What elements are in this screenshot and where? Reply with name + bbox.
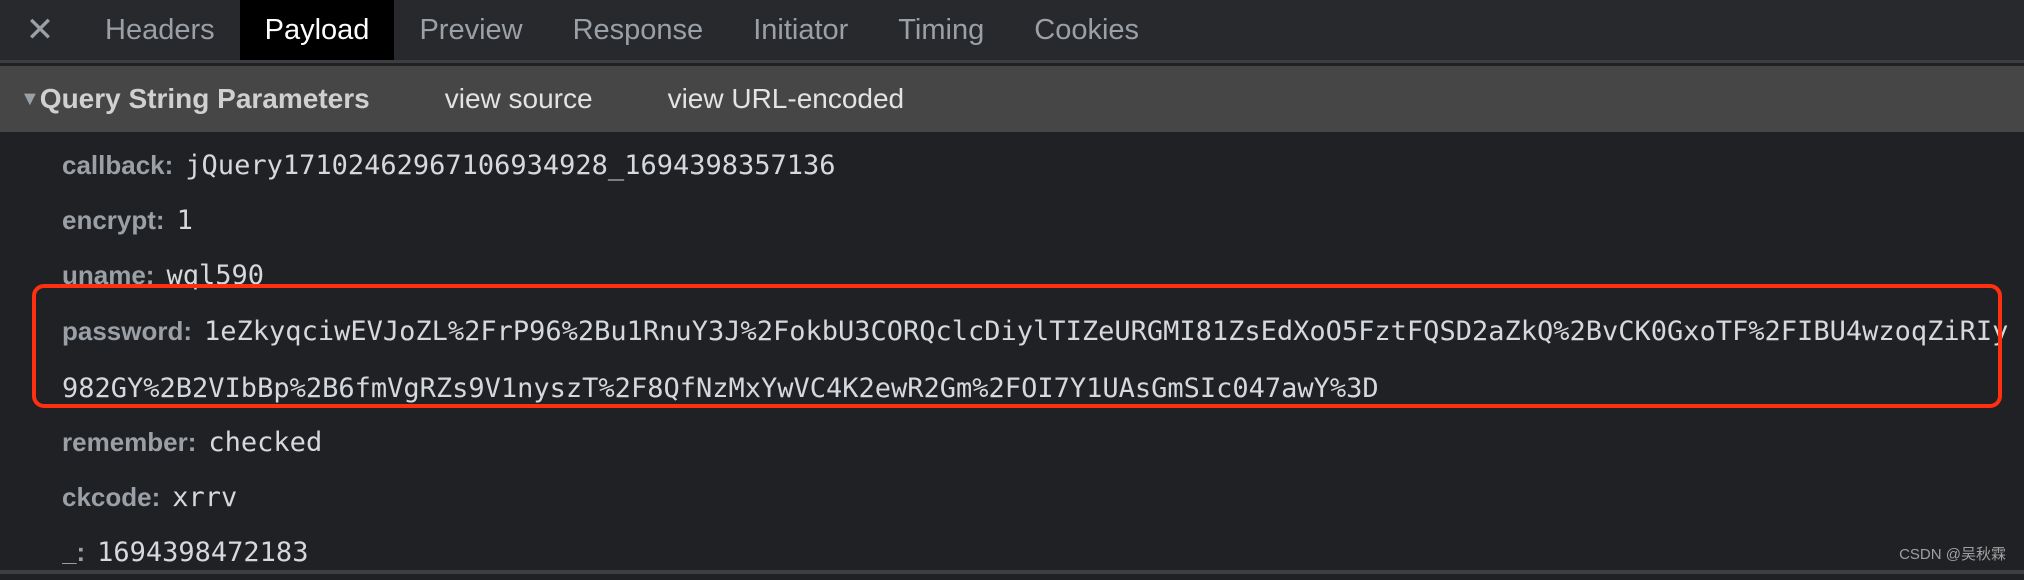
param-key: password: <box>62 316 193 346</box>
view-url-encoded-link[interactable]: view URL-encoded <box>668 83 905 115</box>
param-row-callback: callback: jQuery17102462967106934928_1694… <box>62 138 2012 193</box>
param-key: ckcode: <box>62 482 161 512</box>
param-value: wql590 <box>166 260 265 291</box>
tab-timing[interactable]: Timing <box>873 0 1009 60</box>
param-key: _: <box>62 537 86 567</box>
section-title: Query String Parameters <box>39 83 370 114</box>
tab-headers[interactable]: Headers <box>80 0 240 60</box>
tab-cookies[interactable]: Cookies <box>1009 0 1164 60</box>
tab-response[interactable]: Response <box>548 0 729 60</box>
watermark: CSDN @吴秋霖 <box>1899 546 2006 563</box>
close-icon[interactable]: ✕ <box>0 0 80 60</box>
query-string-section-header[interactable]: ▼ Query String Parameters view source vi… <box>0 66 2024 132</box>
param-key: callback: <box>62 150 174 180</box>
devtools-tab-bar: ✕ Headers Payload Preview Response Initi… <box>0 0 2024 63</box>
tab-preview[interactable]: Preview <box>394 0 547 60</box>
param-value: 1eZkyqciwEVJoZL%2FrP96%2Bu1RnuY3J%2FokbU… <box>62 316 2009 404</box>
param-row-password: password: 1eZkyqciwEVJoZL%2FrP96%2Bu1RnuY… <box>62 303 2012 415</box>
tab-initiator[interactable]: Initiator <box>728 0 873 60</box>
param-value: xrrv <box>172 482 238 513</box>
tab-payload[interactable]: Payload <box>239 0 395 60</box>
param-value: 1694398472183 <box>97 537 309 568</box>
param-key: remember: <box>62 427 197 457</box>
param-row-uname: uname: wql590 <box>62 248 2012 303</box>
param-key: uname: <box>62 260 155 290</box>
params-list: callback: jQuery17102462967106934928_1694… <box>62 138 2012 580</box>
param-row-encrypt: encrypt: 1 <box>62 193 2012 248</box>
param-key: encrypt: <box>62 205 165 235</box>
param-value: jQuery17102462967106934928_1694398357136 <box>185 150 836 181</box>
param-row-ckcode: ckcode: xrrv <box>62 470 2012 525</box>
param-row-remember: remember: checked <box>62 415 2012 470</box>
bottom-divider <box>0 570 2024 574</box>
view-source-link[interactable]: view source <box>445 83 593 115</box>
triangle-down-icon[interactable]: ▼ <box>20 88 40 111</box>
param-value: 1 <box>176 205 193 236</box>
param-value: checked <box>208 427 323 458</box>
